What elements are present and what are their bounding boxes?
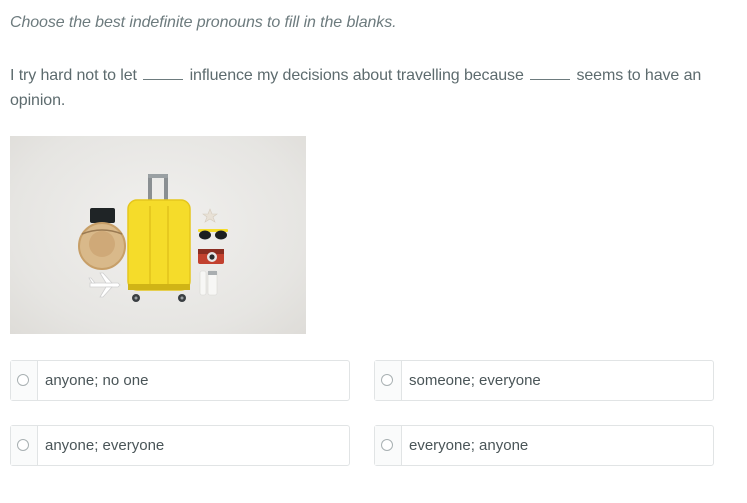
blank-1 [143,65,184,80]
radio-button[interactable] [381,439,393,451]
travel-flatlay-image [10,136,306,334]
sunscreen-icon [199,270,218,296]
answer-option-4[interactable]: everyone; anyone [374,425,714,466]
answer-option-1[interactable]: anyone; no one [10,360,350,401]
radio-button[interactable] [381,374,393,386]
question-part-2: influence my decisions about travelling … [189,67,524,84]
instruction-text: Choose the best indefinite pronouns to f… [10,14,397,31]
straw-hat-icon [78,222,126,270]
starfish-icon [202,208,218,223]
radio-cell [375,361,402,400]
question-text: I try hard not to let influence my decis… [10,63,725,113]
radio-cell [375,426,402,465]
airplane-icon [88,272,121,298]
suitcase-icon [127,199,191,302]
radio-button[interactable] [17,439,29,451]
radio-cell [11,361,38,400]
radio-cell [11,426,38,465]
blank-2 [530,65,571,80]
answer-label: anyone; no one [45,372,149,389]
answer-label: everyone; anyone [409,437,529,454]
camera-icon [198,249,224,264]
phone-icon [90,208,115,223]
question-part-1: I try hard not to let [10,67,137,84]
suitcase-handle-icon [148,174,168,202]
answer-option-2[interactable]: someone; everyone [374,360,714,401]
sunglasses-icon [198,229,228,240]
radio-button[interactable] [17,374,29,386]
answer-label: anyone; everyone [45,437,165,454]
answer-option-3[interactable]: anyone; everyone [10,425,350,466]
answer-label: someone; everyone [409,372,541,389]
